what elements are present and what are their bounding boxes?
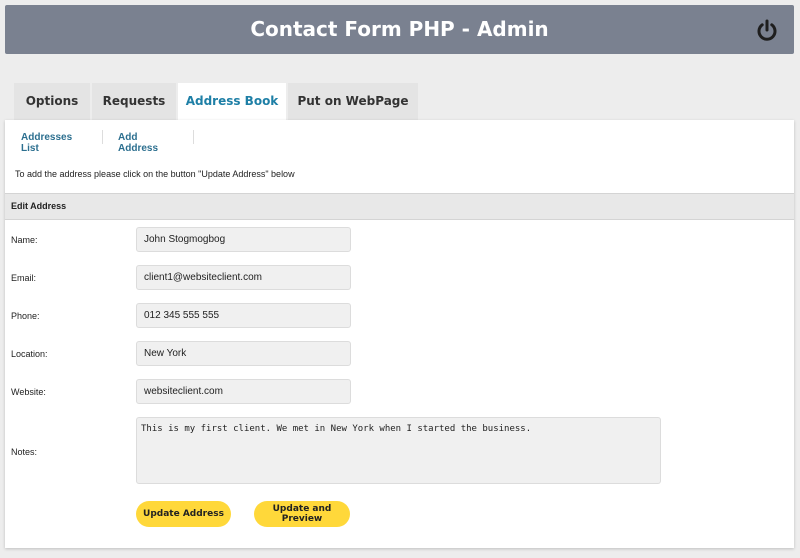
phone-input[interactable]: [136, 303, 351, 328]
location-input[interactable]: [136, 341, 351, 366]
update-address-button[interactable]: Update Address: [136, 501, 231, 527]
email-label: Email:: [11, 273, 37, 283]
name-input[interactable]: [136, 227, 351, 252]
address-book-panel: Addresses List Add Address To add the ad…: [5, 120, 794, 548]
tab-put-on-webpage[interactable]: Put on WebPage: [288, 83, 418, 120]
addresses-list-link[interactable]: Addresses List: [21, 132, 72, 154]
website-input[interactable]: [136, 379, 351, 404]
tab-address-book[interactable]: Address Book: [178, 83, 286, 121]
subnav-divider: [102, 130, 103, 144]
subnav-divider: [193, 130, 194, 144]
section-title: Edit Address: [5, 193, 794, 220]
power-icon[interactable]: [754, 17, 780, 43]
name-label: Name:: [11, 235, 38, 245]
update-and-preview-button[interactable]: Update and Preview: [254, 501, 350, 527]
app-header: Contact Form PHP - Admin: [5, 5, 794, 54]
email-input[interactable]: [136, 265, 351, 290]
tab-requests[interactable]: Requests: [92, 83, 176, 120]
website-label: Website:: [11, 387, 46, 397]
location-label: Location:: [11, 349, 48, 359]
notes-label: Notes:: [11, 447, 38, 457]
notes-textarea[interactable]: This is my first client. We met in New Y…: [136, 417, 661, 484]
info-message: To add the address please click on the b…: [15, 169, 295, 179]
add-address-link[interactable]: Add Address: [118, 132, 158, 154]
tab-options[interactable]: Options: [14, 83, 90, 120]
phone-label: Phone:: [11, 311, 40, 321]
app-title: Contact Form PHP - Admin: [250, 17, 549, 41]
